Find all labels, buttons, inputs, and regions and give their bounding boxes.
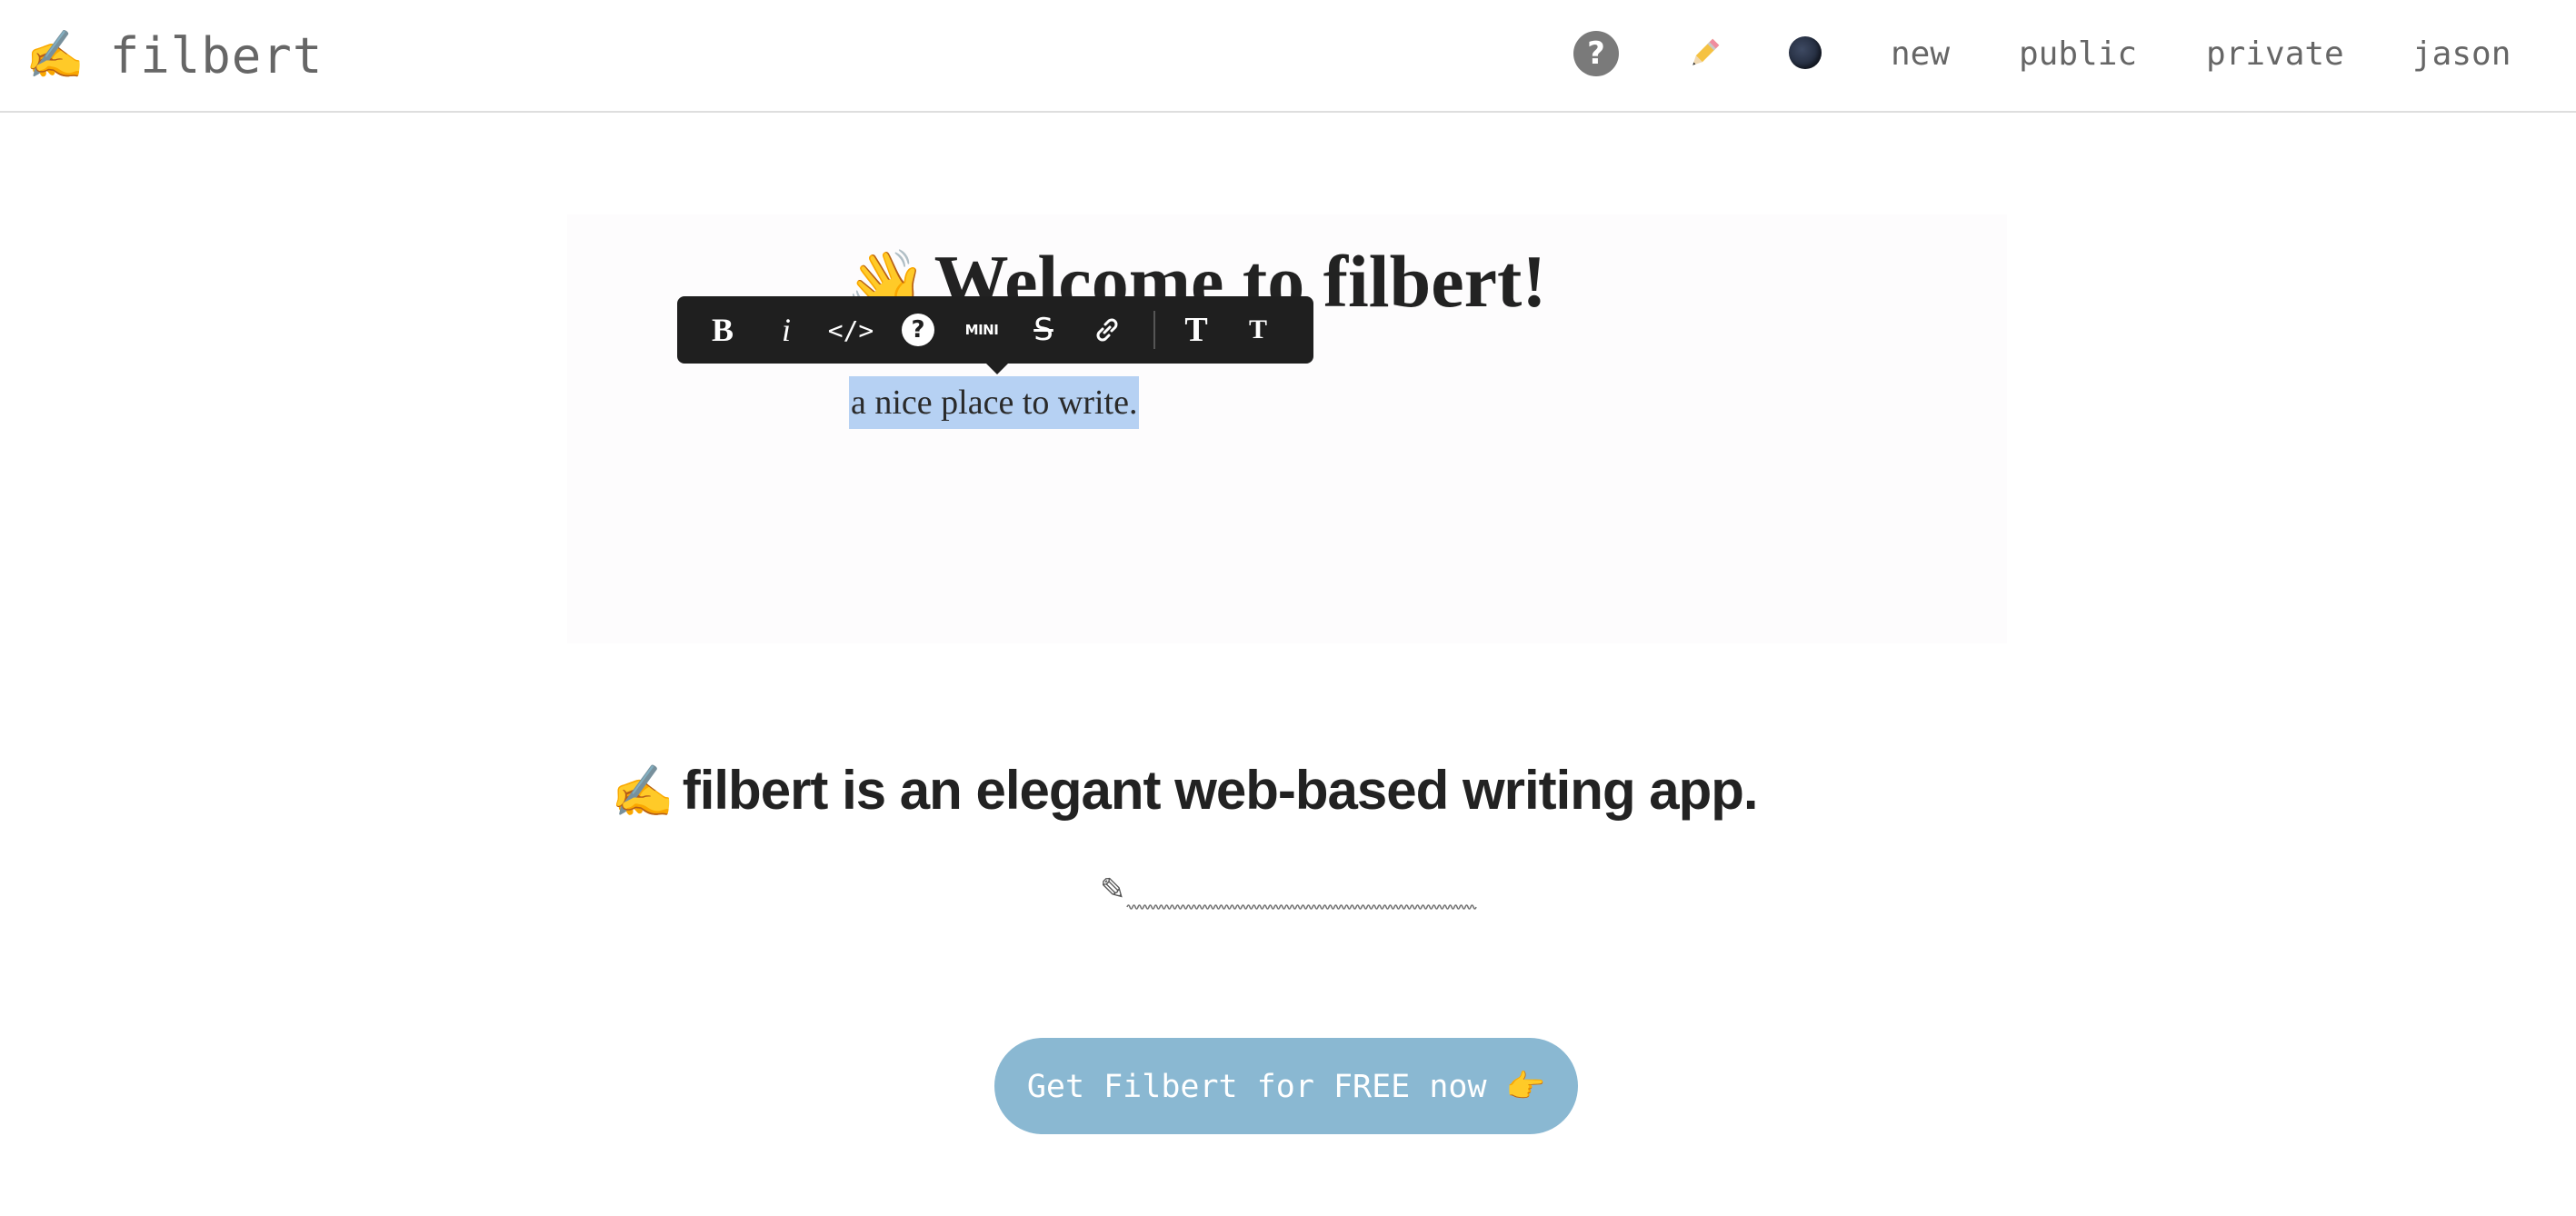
writing-hand-icon: ✍️ xyxy=(25,28,85,83)
get-filbert-button[interactable]: Get Filbert for FREE now 👉 xyxy=(994,1038,1578,1134)
heading-button: T xyxy=(1184,311,1208,349)
bold-button: B xyxy=(711,312,734,348)
help-icon[interactable]: ? xyxy=(1573,31,1619,76)
pencil-icon[interactable] xyxy=(1682,31,1727,76)
nav-private-link[interactable]: private xyxy=(2206,33,2344,76)
toolbar-divider xyxy=(1153,311,1155,349)
tagline-text: filbert is an elegant web-based writing … xyxy=(682,760,1759,821)
preview-selected-text: a nice place to write. xyxy=(849,376,1140,429)
dark-mode-moon-icon[interactable] xyxy=(1789,36,1822,69)
subheading-button: T xyxy=(1248,314,1267,344)
logo-text: filbert xyxy=(109,26,324,85)
link-icon-graphic xyxy=(1096,318,1118,342)
nav-new-link[interactable]: new xyxy=(1891,33,1950,76)
nav-user-link[interactable]: jason xyxy=(2412,33,2511,76)
nav-public-link[interactable]: public xyxy=(2019,33,2137,76)
code-button: </> xyxy=(827,314,874,345)
mini-button: MINI xyxy=(964,322,999,338)
format-toolbar: B i </> ? MINI S T T xyxy=(677,296,1313,374)
logo-link[interactable]: ✍️ filbert xyxy=(25,24,323,87)
link-icon xyxy=(1086,296,1128,364)
italic-button: i xyxy=(781,312,791,348)
strikethrough-button: S xyxy=(1033,312,1053,348)
squiggle-pencil-icon: ✎ xyxy=(1100,872,1126,908)
squiggle-line xyxy=(1126,904,1477,910)
editor-preview-image: 👋Welcome to filbert! B i </> ? MINI S T … xyxy=(567,214,2007,643)
toolbar-help-button: ? xyxy=(897,296,939,364)
writing-hand-icon: ✍️ xyxy=(611,762,674,820)
site-header: ✍️ filbert ? new public private jason xyxy=(0,0,2576,113)
toolbar-help-icon: ? xyxy=(902,314,934,346)
pencil-icon-graphic xyxy=(1692,38,1720,65)
pencil-squiggle-decoration: ✎ xyxy=(1100,872,1477,910)
tagline-heading: ✍️ filbert is an elegant web-based writin… xyxy=(611,754,1759,828)
